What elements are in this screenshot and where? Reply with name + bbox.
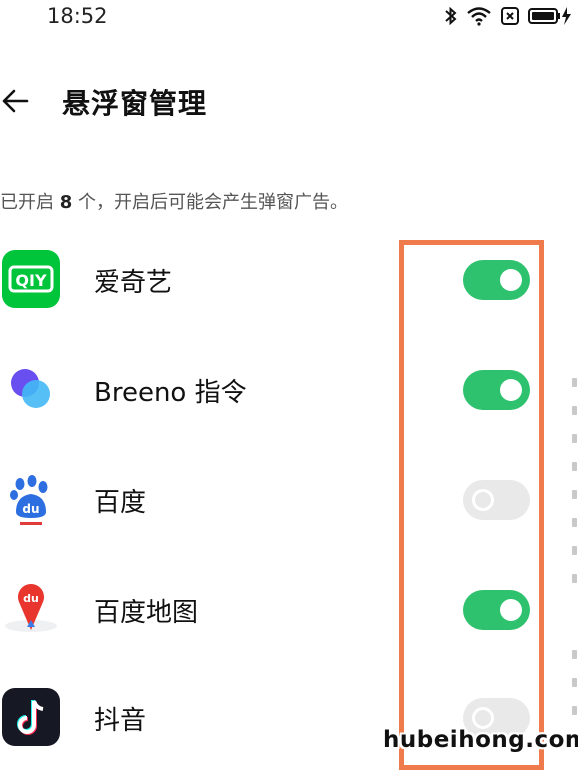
breeno-icon (2, 360, 60, 418)
status-bar: 18:52 (0, 0, 578, 36)
app-row-breeno[interactable]: Breeno 指令 (0, 338, 578, 448)
header: 悬浮窗管理 (0, 78, 578, 128)
app-label: 百度 (94, 488, 147, 518)
svg-text:du: du (22, 502, 39, 516)
summary-prefix: 已开启 (0, 192, 60, 213)
summary-text: 已开启 8 个，开启后可能会产生弹窗广告。 (0, 188, 348, 214)
status-time: 18:52 (47, 4, 108, 28)
app-row-baidu-map[interactable]: du 百度地图 (0, 558, 578, 668)
toggle-knob (500, 379, 522, 401)
toggle-knob (500, 269, 522, 291)
no-sim-icon (501, 7, 519, 25)
svg-text:du: du (23, 592, 39, 605)
status-icons (444, 6, 572, 26)
toggle-knob (500, 599, 522, 621)
baidu-map-toggle[interactable] (463, 590, 530, 630)
summary-count: 8 (59, 192, 73, 213)
breeno-toggle[interactable] (463, 370, 530, 410)
arrow-left-icon (2, 89, 29, 113)
baidu-icon: du (2, 470, 60, 528)
toggle-knob (472, 707, 494, 729)
toggle-knob (472, 489, 494, 511)
bluetooth-icon (445, 6, 457, 26)
cropped-text-edge (572, 360, 578, 760)
back-button[interactable] (0, 84, 34, 118)
summary-suffix: 个，开启后可能会产生弹窗广告。 (72, 192, 348, 213)
app-label: 百度地图 (94, 598, 199, 628)
svg-text:QIY: QIY (15, 271, 47, 290)
iqiyi-toggle[interactable] (463, 260, 530, 300)
douyin-icon (2, 688, 60, 746)
wifi-icon (467, 7, 491, 26)
app-label: 爱奇艺 (94, 268, 173, 298)
battery-charging-icon (528, 7, 571, 25)
page-title: 悬浮窗管理 (62, 87, 208, 120)
app-row-iqiyi[interactable]: QIY 爱奇艺 (0, 228, 578, 338)
watermark: hubeihong.com (383, 727, 578, 753)
iqiyi-icon: QIY (2, 250, 60, 308)
app-label: 抖音 (94, 706, 147, 736)
baidu-toggle[interactable] (463, 480, 530, 520)
app-row-baidu[interactable]: du 百度 (0, 448, 578, 558)
baidu-map-icon: du (2, 580, 60, 638)
app-row-douyin[interactable]: 抖音 (0, 666, 578, 776)
app-label: Breeno 指令 (94, 378, 247, 408)
